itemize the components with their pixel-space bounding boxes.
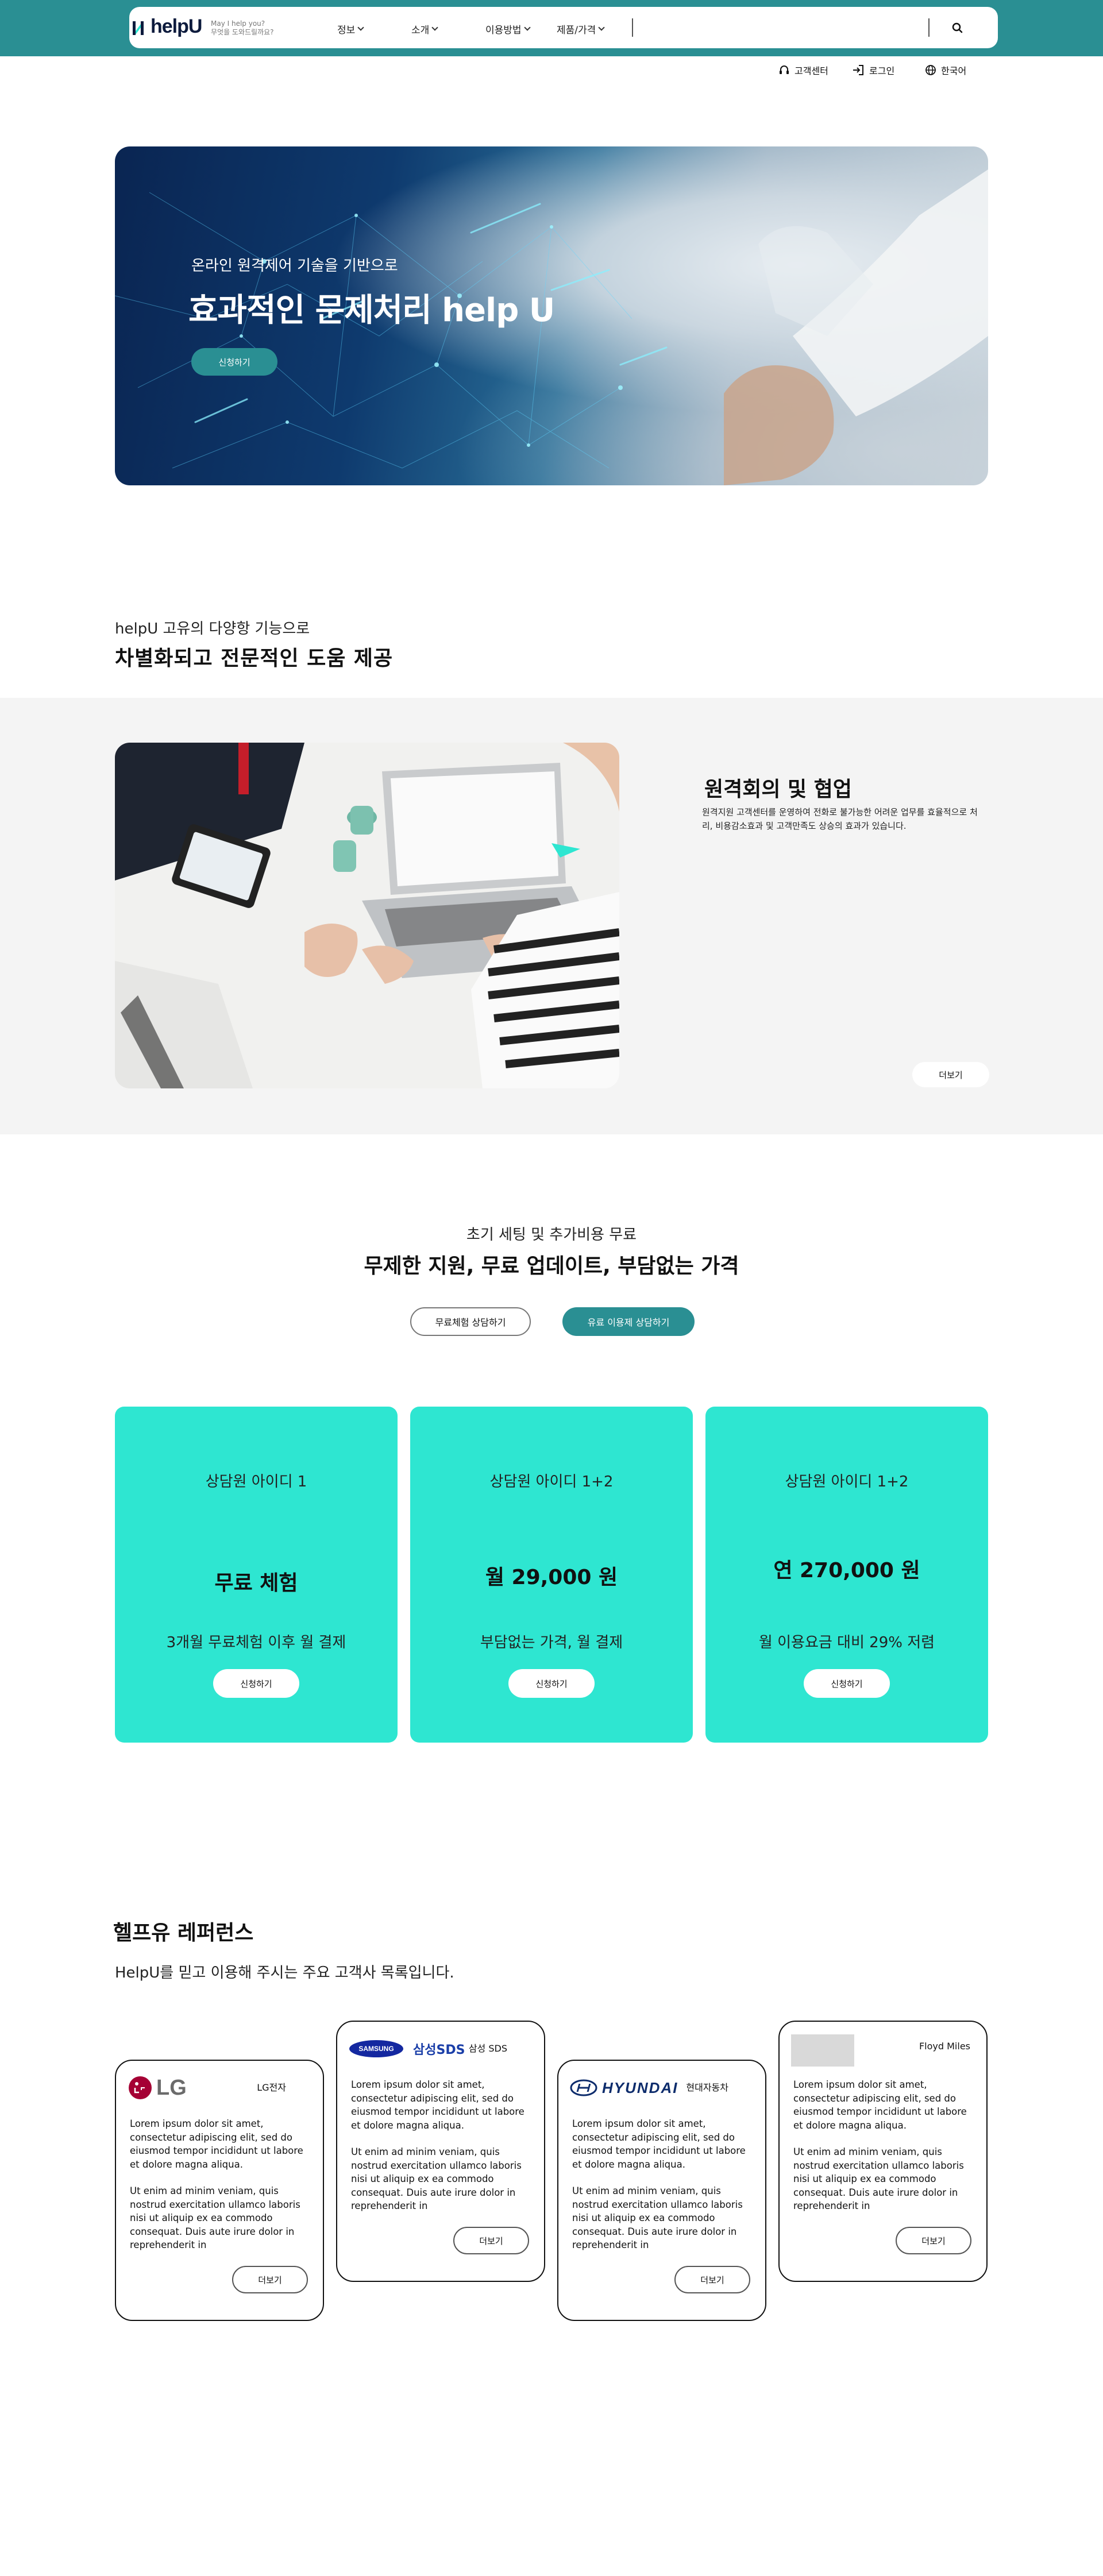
menu-about-label: 소개 [411,25,430,36]
reference-paragraph: Ut enim ad minim veniam, quis nostrud ex… [351,2146,522,2211]
menu-info-label: 정보 [337,25,356,36]
plan-description: 부담없는 가격, 월 결제 [480,1634,623,1651]
feature-more-button[interactable]: 더보기 [912,1062,989,1087]
plan-card: 상담원 아이디 1+2 월 29,000 원 부담없는 가격, 월 결제 신청하… [410,1407,693,1743]
menu-howto-label: 이용방법 [485,25,522,36]
hero-subtitle: 온라인 원격제어 기술을 기반으로 [191,257,398,275]
plan-description: 3개월 무료체험 이후 월 결제 [166,1634,346,1651]
reference-card: HYUNDAI 현대자동차 Lorem ipsum dolor sit amet… [557,2060,766,2321]
logo-tagline-ko: 무엇을 도와드릴까요? [211,28,274,36]
features-title: 차별화되고 전문적인 도움 제공 [115,647,394,670]
search-divider [928,18,930,37]
reference-text: Lorem ipsum dolor sit amet, consectetur … [572,2117,756,2265]
menu-about[interactable]: 소개 [411,22,438,36]
samsung-sds-logo: SAMSUNG 삼성SDS [349,2034,465,2063]
references-title: 헬프유 레퍼런스 [113,1921,254,1945]
reference-text: Lorem ipsum dolor sit amet, consectetur … [793,2078,977,2226]
feature-title: 원격회의 및 협업 [704,778,852,801]
reference-paragraph: Lorem ipsum dolor sit amet, consectetur … [130,2118,303,2170]
hero-title: 효과적인 문제처리 help U [188,292,555,329]
free-trial-consult-button[interactable]: 무료체험 상담하기 [410,1307,531,1336]
logo-text[interactable]: helpU [151,16,202,38]
reference-more-button[interactable]: 더보기 [232,2266,308,2293]
language-label: 한국어 [941,65,967,76]
chevron-down-icon [598,24,605,31]
menu-products[interactable]: 제품/가격 [557,22,605,36]
samsung-logo-text: SAMSUNG [358,2045,394,2053]
pricing-title: 무제한 지원, 무료 업데이트, 부담없는 가격 [364,1254,739,1278]
plan-price: 연 270,000 원 [773,1559,920,1582]
plan-apply-button[interactable]: 신청하기 [213,1669,299,1698]
company-name: LG전자 [257,2082,286,2093]
menu-products-label: 제품/가격 [557,25,596,36]
company-name: 삼성 SDS [468,2043,507,2054]
samsung-logo-icon: SAMSUNG [349,2040,403,2057]
plan-name: 상담원 아이디 1+2 [489,1473,614,1490]
lg-logo: LG [128,2073,187,2102]
reference-text: Lorem ipsum dolor sit amet, consectetur … [351,2078,535,2226]
hyundai-logo-icon [570,2079,597,2096]
reference-paragraph: Ut enim ad minim veniam, quis nostrud ex… [572,2185,743,2250]
meeting-photo [115,743,619,1088]
search-icon[interactable] [949,20,966,37]
chevron-down-icon [431,24,438,31]
company-name: Floyd Miles [919,2041,970,2052]
reference-card: SAMSUNG 삼성SDS 삼성 SDS Lorem ipsum dolor s… [336,2021,545,2282]
plan-price: 무료 체험 [214,1571,298,1595]
company-name: 현대자동차 [686,2082,728,2093]
features-subtitle: helpU 고유의 다양항 기능으로 [115,620,310,638]
menu-info[interactable]: 정보 [337,22,364,36]
reference-paragraph: Lorem ipsum dolor sit amet, consectetur … [793,2079,967,2131]
support-label: 고객센터 [795,65,828,76]
references-subtitle: HelpU를 믿고 이용해 주시는 주요 고객사 목록입니다. [115,1964,454,1982]
lg-logo-text: LG [156,2075,187,2100]
reference-paragraph: Lorem ipsum dolor sit amet, consectetur … [572,2118,746,2170]
reference-more-button[interactable]: 더보기 [674,2266,750,2293]
hyundai-logo-text: HYUNDAI [602,2079,678,2096]
plan-apply-button[interactable]: 신청하기 [804,1669,890,1698]
hero-apply-button[interactable]: 신청하기 [191,348,277,376]
chevron-down-icon [523,24,531,31]
logo-tagline: May I help you? 무엇을 도와드릴까요? [211,20,274,37]
reference-text: Lorem ipsum dolor sit amet, consectetur … [130,2117,314,2265]
headset-icon [780,65,789,74]
hyundai-logo: HYUNDAI [570,2073,678,2102]
plan-name: 상담원 아이디 1 [205,1473,307,1490]
reference-paragraph: Ut enim ad minim veniam, quis nostrud ex… [130,2185,300,2250]
reference-more-button[interactable]: 더보기 [896,2227,971,2254]
plan-name: 상담원 아이디 1+2 [785,1473,909,1490]
support-link[interactable]: 고객센터 [778,63,828,77]
sds-logo-text: 삼성SDS [413,2043,465,2057]
plan-description: 월 이용요금 대비 29% 저렴 [758,1634,935,1651]
plan-price: 월 29,000 원 [485,1566,618,1589]
reference-card: Floyd Miles Lorem ipsum dolor sit amet, … [778,2021,988,2282]
reference-more-button[interactable]: 더보기 [453,2227,529,2254]
search-input[interactable] [637,20,924,37]
logo-mark-icon[interactable] [132,20,148,37]
chevron-down-icon [357,24,364,31]
feature-description: 원격지원 고객센터를 운영하여 전화로 불가능한 어려운 업무를 효율적으로 처… [702,807,978,831]
login-link[interactable]: 로그인 [852,63,894,77]
reference-card: LG LG전자 Lorem ipsum dolor sit amet, cons… [115,2060,324,2321]
plan-apply-button[interactable]: 신청하기 [508,1669,595,1698]
reference-paragraph: Ut enim ad minim veniam, quis nostrud ex… [793,2146,964,2211]
lg-logo-icon [129,2076,152,2099]
logo-placeholder [791,2034,854,2067]
reference-paragraph: Lorem ipsum dolor sit amet, consectetur … [351,2079,524,2131]
globe-icon [925,65,936,75]
plan-card: 상담원 아이디 1+2 연 270,000 원 월 이용요금 대비 29% 저렴… [705,1407,988,1743]
paid-plan-consult-button[interactable]: 유료 이용제 상담하기 [562,1307,695,1336]
plan-card: 상담원 아이디 1 무료 체험 3개월 무료체험 이후 월 결제 신청하기 [115,1407,398,1743]
pricing-subtitle: 초기 세팅 및 추가비용 무료 [466,1226,637,1243]
search-divider [632,18,633,37]
login-icon [853,65,863,75]
logo-tagline-en: May I help you? [211,20,265,28]
language-selector[interactable]: 한국어 [925,63,966,77]
menu-howto[interactable]: 이용방법 [485,22,531,36]
login-label: 로그인 [869,65,895,76]
